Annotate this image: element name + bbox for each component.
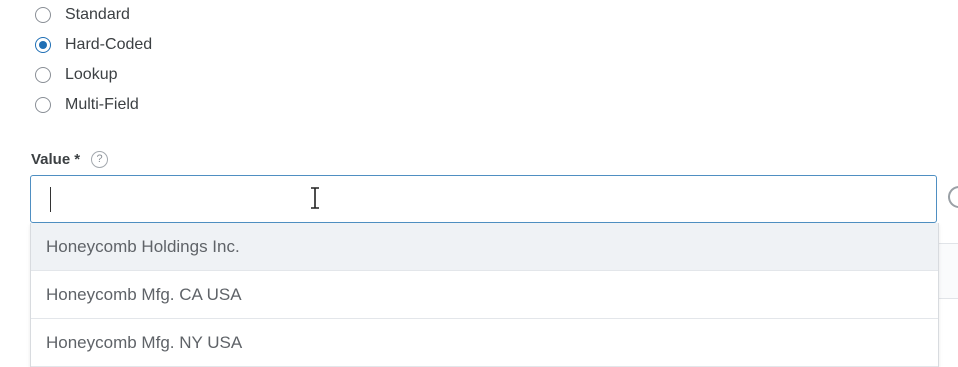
radio-hard-coded-circle[interactable] [35,37,51,53]
radio-multi-field-label[interactable]: Multi-Field [65,96,139,114]
background-panel [937,243,958,299]
question-circle-icon[interactable]: ? [91,150,109,168]
radio-lookup-label[interactable]: Lookup [65,66,118,84]
value-editor: Standard Hard-Coded Lookup Multi-Field V… [0,0,958,367]
radio-multi-field-circle[interactable] [35,97,51,113]
value-input[interactable] [30,175,937,223]
value-suggestions-dropdown: Honeycomb Holdings Inc. Honeycomb Mfg. C… [30,223,939,367]
dropdown-option[interactable]: Honeycomb Mfg. NY USA [31,319,938,367]
text-cursor-icon [311,187,319,209]
radio-hard-coded-label[interactable]: Hard-Coded [65,36,152,54]
radio-hard-coded[interactable]: Hard-Coded [35,35,152,55]
radio-lookup[interactable]: Lookup [35,65,118,85]
radio-standard-label[interactable]: Standard [65,6,130,24]
radio-lookup-circle[interactable] [35,67,51,83]
radio-standard-circle[interactable] [35,7,51,23]
refresh-icon[interactable] [946,183,958,211]
dropdown-option[interactable]: Honeycomb Mfg. CA USA [31,271,938,319]
dropdown-option[interactable]: Honeycomb Holdings Inc. [31,223,938,271]
text-caret [50,187,51,212]
radio-standard[interactable]: Standard [35,5,130,25]
value-field-label-row: Value * ? [31,149,109,169]
radio-multi-field[interactable]: Multi-Field [35,95,139,115]
value-field-label: Value [31,150,71,168]
required-marker: * [74,150,81,168]
